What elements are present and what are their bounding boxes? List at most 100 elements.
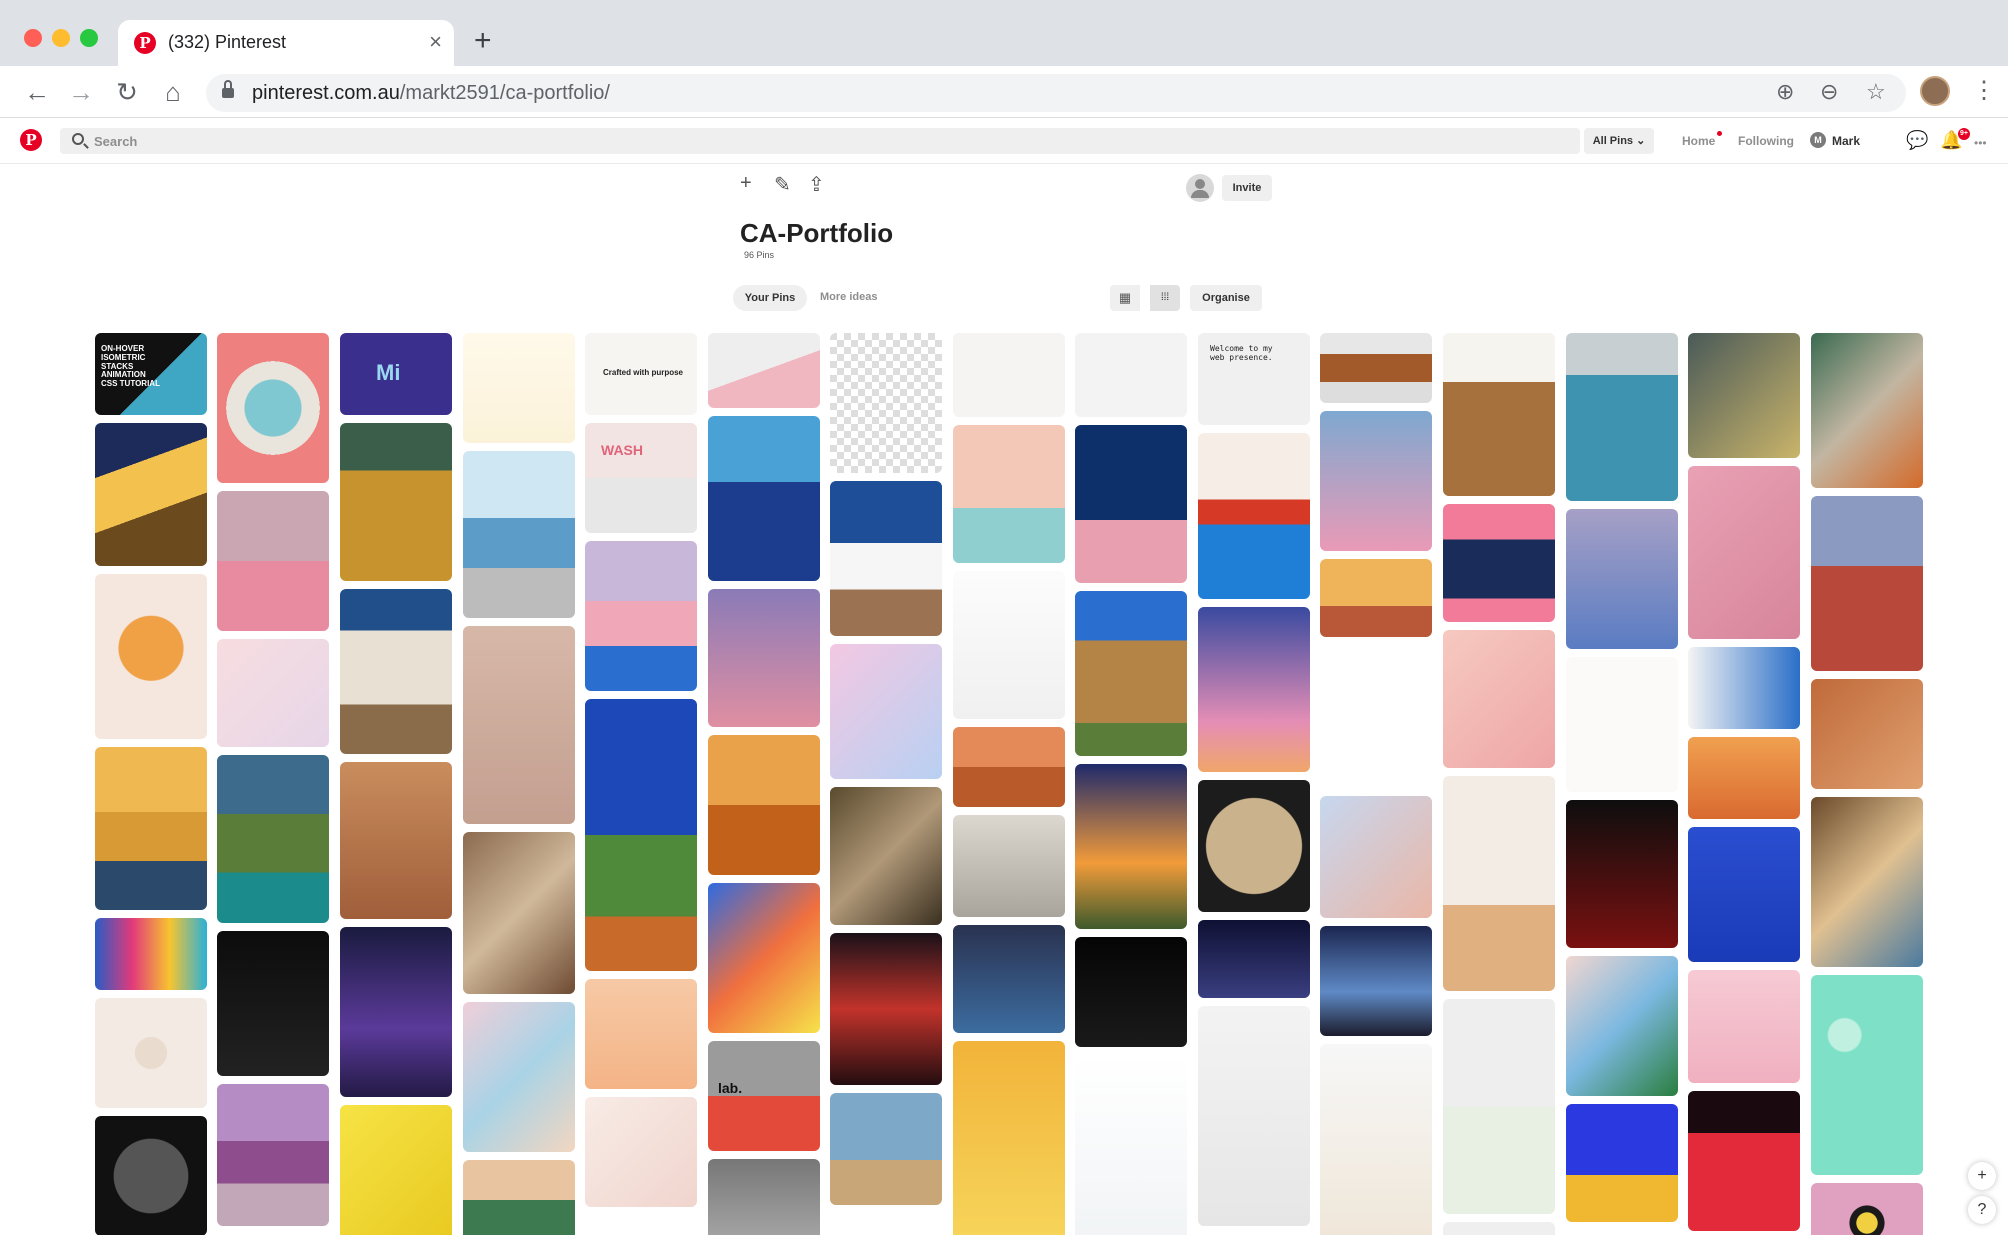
pin-card[interactable] — [1566, 509, 1678, 649]
pin-card[interactable] — [1075, 937, 1187, 1047]
pin-card[interactable] — [1198, 1006, 1310, 1226]
pin-card[interactable] — [1688, 970, 1800, 1083]
pin-card[interactable] — [953, 727, 1065, 807]
pin-card[interactable] — [1075, 425, 1187, 583]
pin-card[interactable] — [1198, 607, 1310, 772]
pin-card[interactable] — [95, 423, 207, 566]
pin-card[interactable] — [1566, 333, 1678, 501]
pin-card[interactable] — [1688, 1091, 1800, 1231]
pin-card[interactable] — [1811, 496, 1923, 671]
more-options-icon[interactable]: ••• — [1974, 136, 1987, 150]
tab-more-ideas[interactable]: More ideas — [820, 291, 877, 303]
browser-menu-icon[interactable]: ⋮ — [1972, 76, 1996, 105]
pin-card[interactable] — [708, 735, 820, 875]
back-arrow-icon[interactable]: ← — [20, 75, 54, 109]
pin-card[interactable] — [217, 639, 329, 747]
pin-card[interactable] — [463, 333, 575, 443]
pin-card[interactable] — [1320, 333, 1432, 403]
pin-card[interactable] — [1443, 630, 1555, 768]
pin-card[interactable] — [217, 333, 329, 483]
pin-card[interactable] — [830, 1093, 942, 1205]
pin-card[interactable]: lab. — [708, 1041, 820, 1151]
pin-card[interactable] — [1566, 657, 1678, 792]
pin-card[interactable] — [708, 333, 820, 408]
pin-card[interactable] — [340, 1105, 452, 1235]
address-bar[interactable]: pinterest.com.au/markt2591/ca-portfolio/… — [206, 74, 1906, 112]
share-icon[interactable]: ⇪ — [808, 172, 825, 197]
pin-card[interactable] — [953, 815, 1065, 917]
pin-card[interactable] — [953, 925, 1065, 1033]
nav-home-link[interactable]: Home — [1682, 134, 1715, 148]
pin-card[interactable] — [830, 644, 942, 779]
browser-tab-pinterest[interactable]: P (332) Pinterest × — [118, 20, 454, 66]
grid-view-compact-icon[interactable]: ⁞⁞⁞ — [1150, 285, 1180, 311]
pin-card[interactable] — [1443, 504, 1555, 622]
pin-card[interactable] — [1075, 333, 1187, 417]
collaborator-avatar[interactable] — [1186, 174, 1214, 202]
search-input[interactable]: Search — [60, 128, 1580, 154]
pin-card[interactable] — [1688, 333, 1800, 458]
pin-card[interactable] — [463, 451, 575, 618]
pin-card[interactable] — [1688, 466, 1800, 639]
pin-card[interactable] — [1320, 1044, 1432, 1235]
pin-card[interactable] — [953, 1041, 1065, 1235]
pin-card[interactable] — [1811, 679, 1923, 789]
pin-card[interactable] — [1198, 433, 1310, 599]
pin-card[interactable] — [217, 1084, 329, 1226]
pin-card[interactable] — [340, 423, 452, 581]
pin-card[interactable] — [1075, 1055, 1187, 1235]
pin-card[interactable] — [953, 333, 1065, 417]
pin-card[interactable] — [217, 931, 329, 1076]
pin-card[interactable]: Mi — [340, 333, 452, 415]
all-pins-dropdown[interactable]: All Pins ⌄ — [1584, 128, 1654, 154]
pin-card[interactable] — [463, 1002, 575, 1152]
install-app-icon[interactable]: ⊕ — [1776, 79, 1794, 105]
pin-card[interactable] — [830, 333, 942, 473]
pin-card[interactable] — [1198, 780, 1310, 912]
pin-card[interactable] — [340, 927, 452, 1097]
pin-card[interactable] — [1198, 920, 1310, 998]
pin-card[interactable] — [708, 416, 820, 581]
pin-card[interactable] — [1811, 333, 1923, 488]
tab-close-icon[interactable]: × — [429, 29, 442, 55]
close-window-button[interactable] — [24, 29, 42, 47]
home-icon[interactable]: ⌂ — [156, 75, 190, 109]
pin-card[interactable] — [95, 918, 207, 990]
pin-card[interactable] — [1320, 645, 1432, 788]
forward-arrow-icon[interactable]: → — [64, 75, 98, 109]
pin-card[interactable] — [1320, 411, 1432, 551]
pin-card[interactable]: Crafted with purpose — [585, 333, 697, 415]
pin-card[interactable] — [1811, 975, 1923, 1175]
create-pin-float-button[interactable]: + — [1968, 1162, 1996, 1190]
pinterest-logo-icon[interactable]: P — [20, 129, 42, 151]
pin-card[interactable] — [953, 425, 1065, 563]
pin-card[interactable] — [95, 574, 207, 739]
pin-card[interactable] — [217, 755, 329, 923]
organise-button[interactable]: Organise — [1190, 285, 1262, 311]
grid-view-small-icon[interactable]: ▦ — [1110, 285, 1140, 311]
pin-card[interactable] — [1688, 737, 1800, 819]
pin-card[interactable] — [1566, 800, 1678, 948]
new-tab-button[interactable]: + — [474, 24, 492, 58]
profile-avatar[interactable] — [1920, 76, 1950, 106]
pin-card[interactable] — [95, 998, 207, 1108]
nav-following-link[interactable]: Following — [1738, 134, 1794, 148]
help-float-button[interactable]: ? — [1968, 1196, 1996, 1224]
pin-card[interactable] — [1443, 333, 1555, 496]
pin-card[interactable] — [1443, 1222, 1555, 1235]
pin-card[interactable] — [1443, 776, 1555, 991]
pin-card[interactable] — [585, 541, 697, 691]
zoom-icon[interactable]: ⊖ — [1820, 79, 1838, 105]
pin-card[interactable] — [1811, 797, 1923, 967]
pin-card[interactable] — [463, 1160, 575, 1235]
pin-card[interactable] — [463, 832, 575, 994]
pin-card[interactable]: WASH — [585, 423, 697, 533]
pin-card[interactable] — [953, 571, 1065, 719]
pin-card[interactable] — [463, 626, 575, 824]
minimize-window-button[interactable] — [52, 29, 70, 47]
pin-card[interactable] — [340, 589, 452, 754]
pin-card[interactable]: ON-HOVER ISOMETRIC STACKS ANIMATION CSS … — [95, 333, 207, 415]
pin-card[interactable] — [1811, 1183, 1923, 1235]
user-profile-link[interactable]: Mark — [1832, 134, 1860, 148]
pin-card[interactable] — [1688, 647, 1800, 729]
